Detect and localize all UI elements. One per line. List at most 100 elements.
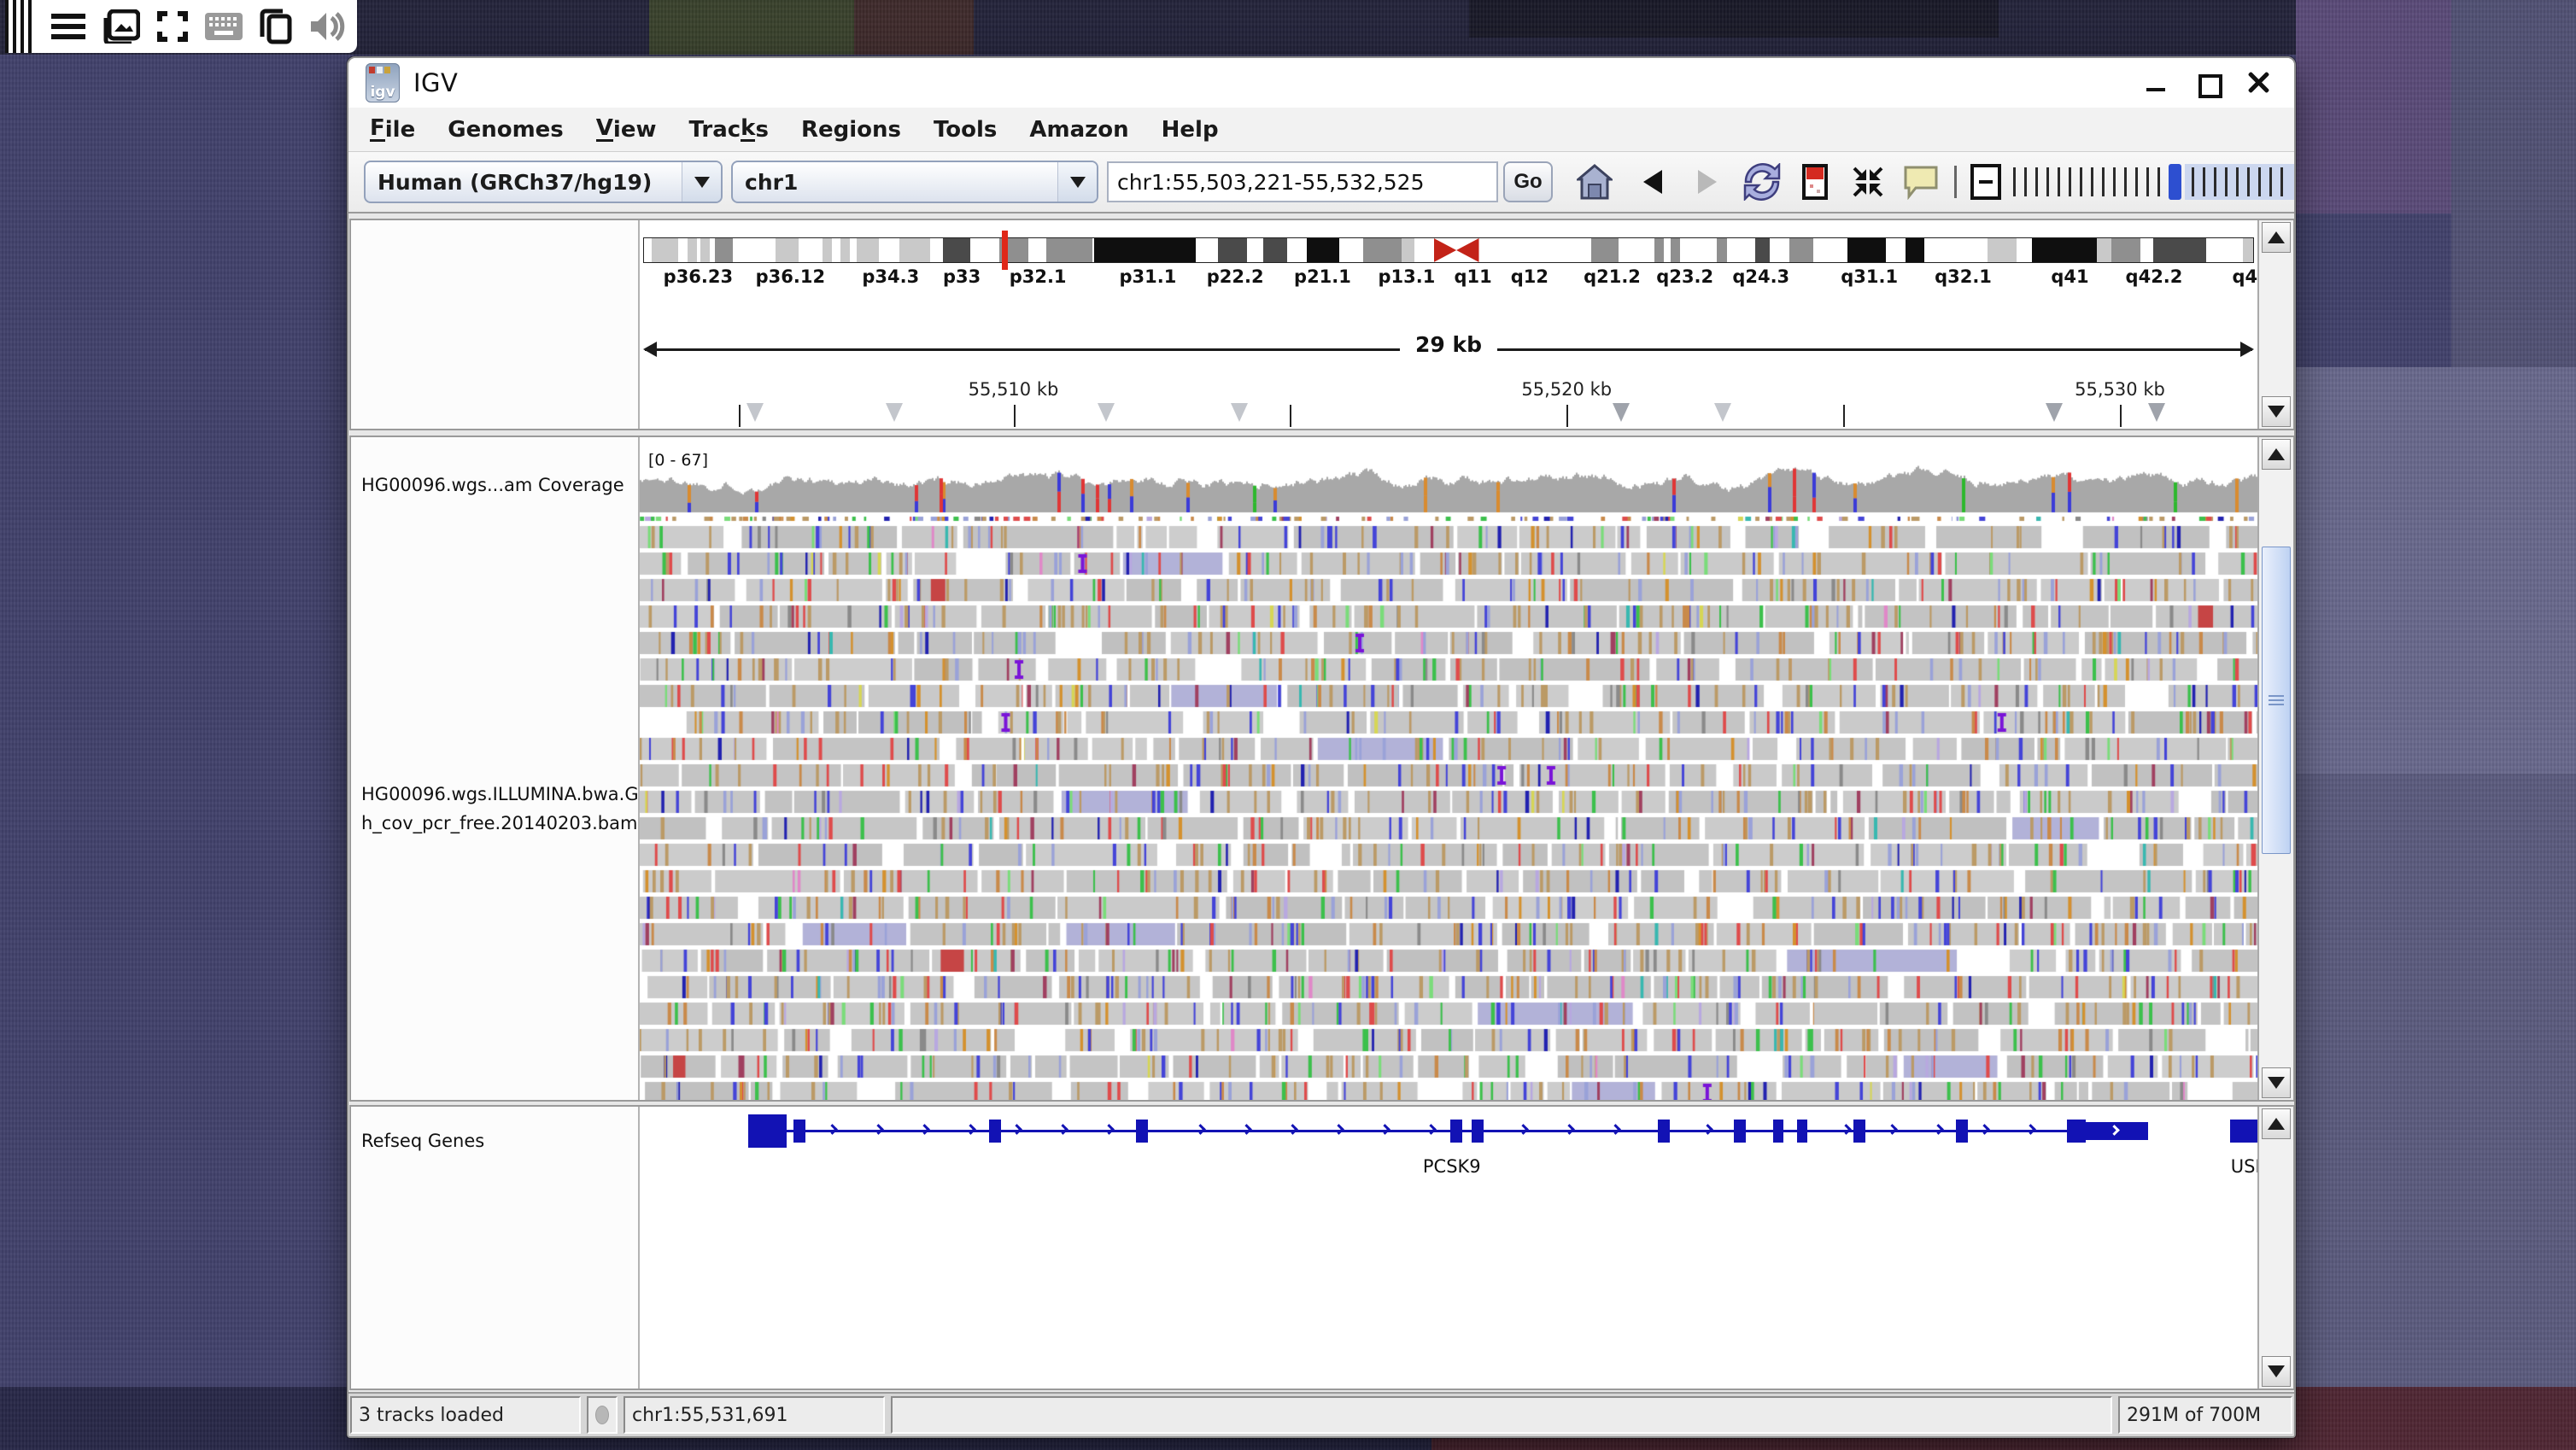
- gene-exon[interactable]: [1136, 1120, 1148, 1143]
- gene-exon[interactable]: [1658, 1120, 1670, 1143]
- genes-track-name[interactable]: Refseq Genes: [361, 1131, 484, 1151]
- scrollbar-thumb[interactable]: [2262, 547, 2291, 854]
- zoom-tick[interactable]: [2024, 167, 2027, 196]
- alignment-panel-name-column: HG00096.wgs...am Coverage HG00096.wgs.IL…: [351, 437, 640, 1100]
- zoom-out-button[interactable]: [1970, 164, 2001, 200]
- alignment-pileup-canvas[interactable]: [640, 437, 2257, 1100]
- scroll-up-icon[interactable]: [2262, 1108, 2291, 1139]
- scroll-down-icon[interactable]: [2262, 1356, 2291, 1387]
- genes-panel-data[interactable]: PCSK9 USP24: [640, 1107, 2257, 1389]
- gene-exon[interactable]: [748, 1114, 787, 1148]
- gene-label[interactable]: PCSK9: [1423, 1156, 1481, 1177]
- zoom-tick[interactable]: [2157, 167, 2160, 196]
- gene-exon[interactable]: [2067, 1120, 2086, 1143]
- close-button[interactable]: [2246, 70, 2272, 96]
- chevron-down-icon[interactable]: [1057, 162, 1097, 202]
- ruler-wedge-marker: [886, 403, 903, 422]
- zoom-tick[interactable]: [2280, 167, 2283, 196]
- menu-icon[interactable]: [51, 8, 85, 45]
- scroll-down-icon[interactable]: [2262, 1067, 2291, 1098]
- zoom-tick[interactable]: [2046, 167, 2049, 196]
- gene-exon[interactable]: [989, 1120, 1001, 1143]
- gene-exon[interactable]: [1956, 1120, 1968, 1143]
- zoom-tick[interactable]: [2035, 167, 2038, 196]
- scroll-down-icon[interactable]: [2262, 396, 2291, 427]
- strand-arrow-icon: [1564, 1124, 1575, 1135]
- gene-exon[interactable]: [1853, 1120, 1865, 1143]
- clipboard-copy-icon[interactable]: [260, 8, 292, 45]
- scroll-up-icon[interactable]: [2262, 439, 2291, 470]
- scroll-up-icon[interactable]: [2262, 222, 2291, 253]
- alignment-track-name-line1[interactable]: HG00096.wgs.ILLUMINA.bwa.G: [361, 784, 639, 804]
- zoom-tick[interactable]: [2214, 167, 2216, 196]
- cytoband: [1046, 238, 1093, 262]
- zoom-tick[interactable]: [2013, 167, 2016, 196]
- zoom-tick[interactable]: [2236, 167, 2239, 196]
- gene-exon[interactable]: [793, 1120, 805, 1143]
- coverage-track-name[interactable]: HG00096.wgs...am Coverage: [361, 475, 624, 495]
- chevron-down-icon[interactable]: [682, 162, 721, 202]
- zoom-tick[interactable]: [2225, 167, 2228, 196]
- cytoband: [857, 238, 879, 262]
- zoom-tick[interactable]: [2269, 167, 2272, 196]
- menu-amazon[interactable]: Amazon: [1013, 108, 1145, 151]
- fit-to-window-button[interactable]: [1848, 161, 1888, 202]
- locus-input[interactable]: [1107, 161, 1498, 202]
- zoom-tick[interactable]: [2203, 167, 2205, 196]
- chromosome-panel-data[interactable]: p36.23p36.12p34.3p33p32.1p31.1p22.2p21.1…: [640, 220, 2257, 429]
- audio-icon[interactable]: [309, 8, 345, 45]
- zoom-tick[interactable]: [2135, 167, 2138, 196]
- menu-tools[interactable]: Tools: [917, 108, 1013, 151]
- zoom-tick[interactable]: [2058, 167, 2060, 196]
- zoom-tick[interactable]: [2146, 167, 2149, 196]
- refresh-button[interactable]: [1742, 161, 1782, 202]
- menu-help[interactable]: Help: [1145, 108, 1235, 151]
- chromosome-select[interactable]: chr1: [731, 161, 1098, 203]
- zoom-tick[interactable]: [2069, 167, 2071, 196]
- zoom-tick[interactable]: [2124, 167, 2127, 196]
- chromosome-select-value: chr1: [733, 170, 1057, 195]
- gene-exon[interactable]: [1797, 1120, 1807, 1143]
- gene-exon[interactable]: [1773, 1120, 1783, 1143]
- genes-panel-scrollbar[interactable]: [2257, 1107, 2293, 1389]
- forward-button[interactable]: [1688, 161, 1727, 202]
- zoom-slider-thumb[interactable]: [2169, 164, 2181, 200]
- alignment-panel-scrollbar[interactable]: [2257, 437, 2293, 1100]
- zoom-tick[interactable]: [2258, 167, 2261, 196]
- minimize-button[interactable]: [2144, 70, 2169, 96]
- menu-tracks[interactable]: Tracks: [673, 108, 785, 151]
- maximize-button[interactable]: [2195, 70, 2221, 96]
- gene-exon[interactable]: [2230, 1120, 2257, 1143]
- zoom-tick[interactable]: [2192, 167, 2194, 196]
- drag-handle-icon[interactable]: [5, 0, 34, 53]
- zoom-slider[interactable]: [2013, 161, 2294, 202]
- zoom-tick[interactable]: [2091, 167, 2093, 196]
- menu-view[interactable]: View: [580, 108, 673, 151]
- chromosome-panel-scrollbar[interactable]: [2257, 220, 2293, 429]
- go-button[interactable]: Go: [1503, 161, 1553, 202]
- keyboard-icon[interactable]: [205, 8, 243, 45]
- gene-exon[interactable]: [1734, 1120, 1746, 1143]
- chromosome-ideogram[interactable]: [643, 237, 2254, 263]
- screenshot-icon[interactable]: [102, 8, 140, 45]
- gene-label[interactable]: USP24: [2231, 1156, 2257, 1177]
- define-region-button[interactable]: [1795, 161, 1835, 202]
- alignment-panel-data[interactable]: [0 - 67]: [640, 437, 2257, 1100]
- home-button[interactable]: [1575, 161, 1614, 202]
- zoom-tick[interactable]: [2102, 167, 2105, 196]
- menu-file[interactable]: File: [354, 108, 431, 151]
- gene-exon[interactable]: [1472, 1120, 1484, 1143]
- main-toolbar: Human (GRCh37/hg19) chr1 Go: [348, 152, 2294, 213]
- zoom-tick[interactable]: [2080, 167, 2082, 196]
- back-button[interactable]: [1633, 161, 1672, 202]
- menu-genomes[interactable]: Genomes: [431, 108, 580, 151]
- menu-regions[interactable]: Regions: [785, 108, 917, 151]
- zoom-tick[interactable]: [2247, 167, 2250, 196]
- fullscreen-icon[interactable]: [157, 8, 188, 45]
- zoom-tick[interactable]: [2113, 167, 2116, 196]
- gene-exon[interactable]: [1450, 1120, 1462, 1143]
- tooltip-toggle-button[interactable]: [1901, 161, 1941, 202]
- alignment-track-name-line2[interactable]: h_cov_pcr_free.20140203.bam: [361, 813, 637, 833]
- genome-select[interactable]: Human (GRCh37/hg19): [364, 161, 723, 203]
- title-bar[interactable]: igv IGV: [348, 58, 2294, 108]
